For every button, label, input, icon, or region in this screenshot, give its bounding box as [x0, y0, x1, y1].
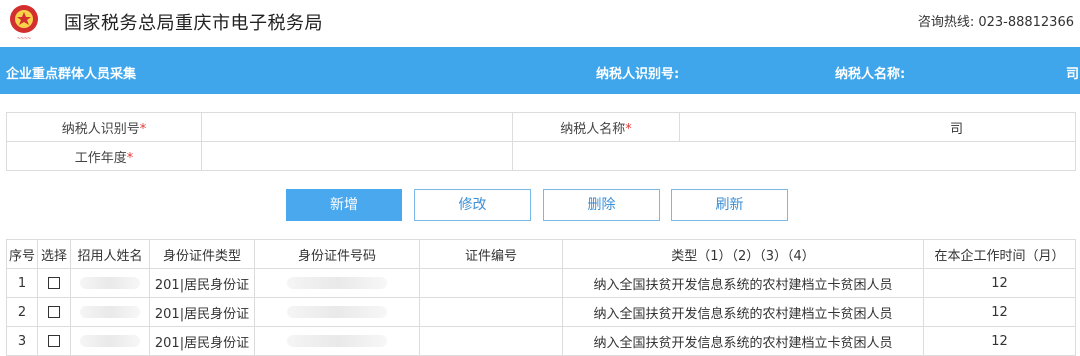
toolbar: 新增 修改 删除 刷新: [0, 189, 1080, 221]
row-select-checkbox[interactable]: [37, 297, 71, 327]
row-id-type: 201|居民身份证: [149, 326, 255, 356]
table-row[interactable]: 1 201|居民身份证 纳入全国扶贫开发信息系统的农村建档立卡贫困人员 12: [6, 268, 1076, 298]
header: ~~~~ 国家税务总局重庆市电子税务局 咨询热线: 023-88812366: [0, 0, 1080, 46]
row-months: 12: [923, 268, 1076, 298]
required-mark: *: [139, 121, 147, 137]
taxpayer-name-value: 司: [679, 112, 1076, 142]
row-name: [70, 268, 150, 298]
row-type: 纳入全国扶贫开发信息系统的农村建档立卡贫困人员: [562, 297, 924, 327]
col-header-cert-no: 证件编号: [419, 239, 563, 269]
bar-taxpayer-name-label: 纳税人名称:: [835, 67, 906, 82]
svg-text:~~~~: ~~~~: [17, 36, 32, 42]
table-header-row: 序号 选择 招用人姓名 身份证件类型 身份证件号码 证件编号 类型（1）（2）（…: [6, 239, 1076, 269]
personnel-table: 序号 选择 招用人姓名 身份证件类型 身份证件号码 证件编号 类型（1）（2）（…: [6, 239, 1076, 356]
empty-cell: [512, 141, 1076, 171]
required-mark: *: [126, 150, 134, 166]
work-year-field[interactable]: [201, 141, 513, 171]
row-id-number: [254, 297, 420, 327]
row-id-number: [254, 326, 420, 356]
site-title: 国家税务总局重庆市电子税务局: [64, 13, 323, 34]
row-no: 1: [6, 268, 38, 298]
row-id-type: 201|居民身份证: [149, 268, 255, 298]
required-mark: *: [625, 121, 632, 137]
taxpayer-name-label: 纳税人名称*: [512, 112, 680, 142]
edit-button[interactable]: 修改: [414, 189, 531, 221]
refresh-button[interactable]: 刷新: [671, 189, 788, 221]
tax-emblem-icon: ~~~~: [10, 5, 38, 42]
row-select-checkbox[interactable]: [37, 326, 71, 356]
row-type: 纳入全国扶贫开发信息系统的农村建档立卡贫困人员: [562, 326, 924, 356]
row-id-number: [254, 268, 420, 298]
row-type: 纳入全国扶贫开发信息系统的农村建档立卡贫困人员: [562, 268, 924, 298]
col-header-type: 类型（1）（2）（3）（4）: [562, 239, 924, 269]
row-cert-no: [419, 268, 563, 298]
table-row[interactable]: 2 201|居民身份证 纳入全国扶贫开发信息系统的农村建档立卡贫困人员 12: [6, 297, 1076, 327]
col-header-name: 招用人姓名: [70, 239, 150, 269]
col-header-id-type: 身份证件类型: [149, 239, 255, 269]
taxpayer-id-value: [201, 112, 513, 142]
col-header-no: 序号: [6, 239, 38, 269]
hotline: 咨询热线: 023-88812366: [917, 15, 1074, 30]
taxpayer-info-form: 纳税人识别号* 纳税人名称* 司 工作年度*: [6, 112, 1076, 171]
bar-taxpayer-id-label: 纳税人识别号:: [596, 67, 680, 82]
col-header-id-number: 身份证件号码: [254, 239, 420, 269]
row-name: [70, 297, 150, 327]
delete-button[interactable]: 删除: [543, 189, 660, 221]
row-id-type: 201|居民身份证: [149, 297, 255, 327]
section-title: 企业重点群体人员采集: [6, 67, 137, 82]
add-button[interactable]: 新增: [286, 189, 402, 221]
section-bar: 企业重点群体人员采集 纳税人识别号: 纳税人名称: 司: [0, 47, 1080, 94]
taxpayer-id-label: 纳税人识别号*: [6, 112, 202, 142]
row-no: 2: [6, 297, 38, 327]
bar-taxpayer-name-value: 司: [1066, 67, 1080, 82]
row-select-checkbox[interactable]: [37, 268, 71, 298]
row-months: 12: [923, 326, 1076, 356]
row-months: 12: [923, 297, 1076, 327]
table-row[interactable]: 3 201|居民身份证 纳入全国扶贫开发信息系统的农村建档立卡贫困人员 12: [6, 326, 1076, 356]
work-year-label: 工作年度*: [6, 141, 202, 171]
row-name: [70, 326, 150, 356]
row-no: 3: [6, 326, 38, 356]
col-header-select: 选择: [37, 239, 71, 269]
col-header-months: 在本企工作时间（月）: [923, 239, 1076, 269]
row-cert-no: [419, 326, 563, 356]
row-cert-no: [419, 297, 563, 327]
